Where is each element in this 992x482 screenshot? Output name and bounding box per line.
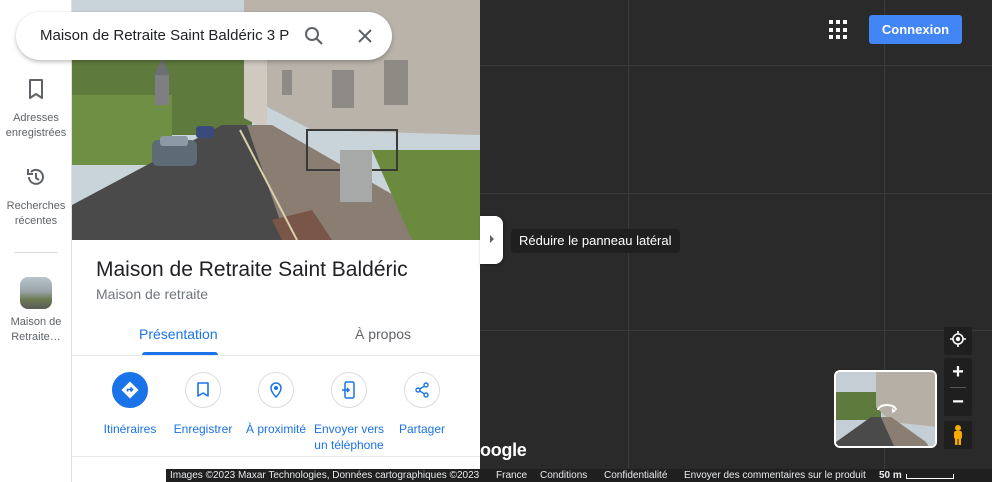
rail-recent-place[interactable]: Maison de Retraite… bbox=[0, 277, 72, 345]
tab-about[interactable]: À propos bbox=[355, 326, 411, 342]
nearby-icon bbox=[258, 372, 294, 408]
rail-divider bbox=[14, 252, 58, 253]
signin-button[interactable]: Connexion bbox=[869, 15, 962, 44]
rail-recent-label: Recherches récentes bbox=[6, 200, 66, 227]
street-view-thumbnail[interactable] bbox=[834, 370, 937, 448]
map-grid-line bbox=[480, 65, 992, 66]
pegman-icon[interactable] bbox=[944, 421, 972, 449]
place-category[interactable]: Maison de retraite bbox=[96, 286, 208, 302]
place-panel: Maison de Retraite Saint Baldéric Maison… bbox=[72, 0, 480, 482]
place-tabs: Présentation À propos bbox=[72, 312, 480, 356]
my-location-button[interactable] bbox=[944, 327, 972, 355]
search-input[interactable]: Maison de Retraite Saint Baldéric 3 P bbox=[40, 27, 290, 44]
panel-divider bbox=[72, 456, 480, 457]
chevron-right-icon bbox=[488, 231, 496, 249]
zoom-control: + − bbox=[944, 358, 972, 416]
map-footer: Images ©2023 Maxar Technologies, Données… bbox=[166, 469, 992, 482]
footer-link-terms[interactable]: Conditions bbox=[540, 470, 587, 481]
history-icon bbox=[25, 166, 47, 193]
rail-recent-searches[interactable]: Recherches récentes bbox=[0, 166, 72, 229]
map-attribution: Images ©2023 Maxar Technologies, Données… bbox=[170, 470, 480, 481]
bookmark-icon bbox=[185, 372, 221, 408]
action-buttons: Itinéraires Enregistrer À proximité Envo… bbox=[72, 372, 480, 452]
rail-place-label: Maison de Retraite… bbox=[10, 316, 62, 343]
apps-grid-icon[interactable] bbox=[829, 20, 849, 40]
close-icon[interactable] bbox=[351, 22, 379, 50]
my-location-icon bbox=[949, 330, 967, 353]
search-icon[interactable] bbox=[300, 22, 328, 50]
scale-label[interactable]: 50 m bbox=[879, 470, 902, 481]
footer-link-feedback[interactable]: Envoyer des commentaires sur le produit bbox=[684, 470, 866, 481]
share-label: Partager bbox=[398, 422, 446, 436]
directions-label: Itinéraires bbox=[103, 422, 157, 436]
directions-button[interactable]: Itinéraires bbox=[91, 372, 169, 437]
share-button[interactable]: Partager bbox=[383, 372, 461, 437]
rail-saved-places[interactable]: Adresses enregistrées bbox=[0, 78, 72, 141]
google-logo: oogle bbox=[480, 440, 527, 460]
map-grid-line bbox=[480, 193, 992, 194]
zoom-in-button[interactable]: + bbox=[944, 358, 972, 386]
collapse-panel-button[interactable] bbox=[480, 216, 503, 264]
save-button[interactable]: Enregistrer bbox=[164, 372, 242, 437]
send-to-phone-label: Envoyer vers un téléphone bbox=[313, 422, 385, 452]
zoom-out-button[interactable]: − bbox=[944, 388, 972, 416]
scale-bar bbox=[906, 474, 954, 479]
tab-active-indicator bbox=[142, 352, 218, 355]
place-thumbnail bbox=[20, 277, 52, 309]
share-icon bbox=[404, 372, 440, 408]
place-title: Maison de Retraite Saint Baldéric bbox=[96, 258, 408, 281]
save-label: Enregistrer bbox=[173, 422, 233, 436]
nearby-button[interactable]: À proximité bbox=[237, 372, 315, 437]
nearby-label: À proximité bbox=[245, 422, 307, 436]
bookmark-icon bbox=[26, 78, 46, 105]
footer-link-privacy[interactable]: Confidentialité bbox=[604, 470, 667, 481]
search-box[interactable]: Maison de Retraite Saint Baldéric 3 P bbox=[16, 12, 392, 60]
rail-saved-label: Adresses enregistrées bbox=[5, 112, 67, 139]
footer-link-france[interactable]: France bbox=[496, 470, 527, 481]
left-rail: Adresses enregistrées Recherches récente… bbox=[0, 0, 72, 482]
collapse-tooltip: Réduire le panneau latéral bbox=[511, 229, 680, 253]
send-to-phone-icon bbox=[331, 372, 367, 408]
tab-overview[interactable]: Présentation bbox=[139, 326, 218, 342]
directions-icon bbox=[112, 372, 148, 408]
send-to-phone-button[interactable]: Envoyer vers un téléphone bbox=[310, 372, 388, 453]
map-grid-line bbox=[480, 330, 992, 331]
